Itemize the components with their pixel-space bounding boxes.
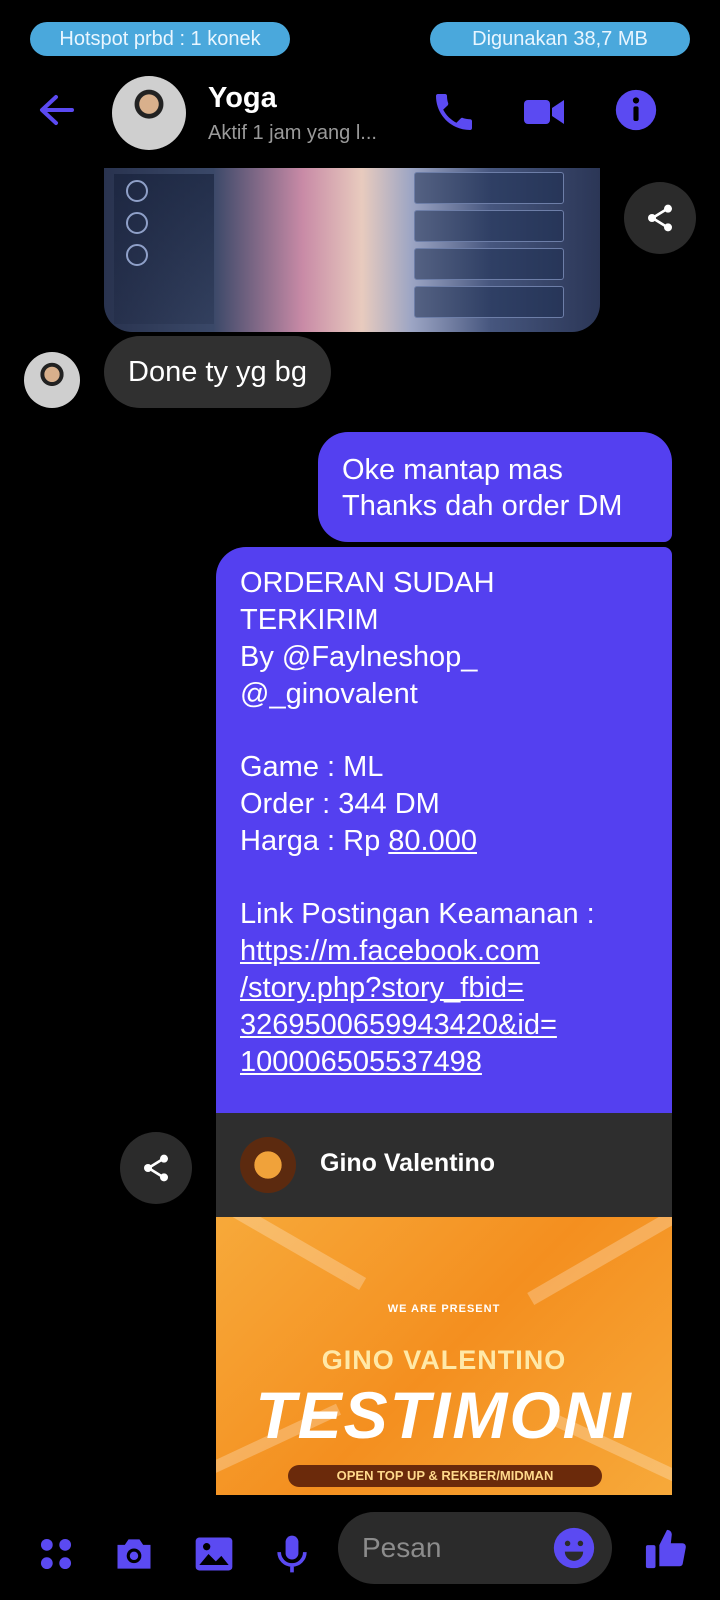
facebook-link[interactable]: 100006505537498 xyxy=(240,1044,648,1081)
message-line: Game : ML xyxy=(240,751,384,783)
link-preview-card[interactable]: Gino Valentino xyxy=(216,1113,672,1217)
message-input[interactable] xyxy=(362,1526,542,1570)
message-line: Order : 344 DM xyxy=(240,788,440,820)
share-button[interactable] xyxy=(624,182,696,254)
microphone-icon[interactable] xyxy=(270,1532,314,1576)
message-line: Oke mantap mas xyxy=(342,454,563,486)
info-icon[interactable] xyxy=(614,88,662,136)
message-input-container[interactable] xyxy=(338,1512,612,1584)
link-preview-image[interactable]: WE ARE PRESENT GINO VALENTINO TESTIMONI … xyxy=(216,1217,672,1495)
composer-bar xyxy=(0,1512,720,1600)
banner-brand: GINO VALENTINO xyxy=(321,1345,567,1375)
hotspot-status-pill: Hotspot prbd : 1 konek xyxy=(30,22,290,56)
message-line: By @Faylneshop_ xyxy=(240,641,478,673)
image-menu-icon xyxy=(126,212,148,234)
contact-avatar-small[interactable] xyxy=(24,352,80,408)
link-preview-title: Gino Valentino xyxy=(320,1149,496,1177)
price-label: Harga : Rp xyxy=(240,825,389,857)
message-line: TERKIRIM xyxy=(240,604,379,636)
image-list-row xyxy=(414,210,564,242)
sent-message[interactable]: Oke mantap mas Thanks dah order DM xyxy=(318,432,672,542)
facebook-link[interactable]: /story.php?story_fbid= xyxy=(240,970,648,1007)
message-line: @_ginovalent xyxy=(240,678,418,710)
back-arrow-icon[interactable] xyxy=(36,90,76,130)
contact-avatar[interactable] xyxy=(112,76,186,150)
camera-icon[interactable] xyxy=(112,1532,156,1576)
image-menu-icon xyxy=(126,244,148,266)
share-icon xyxy=(648,204,672,232)
menu-grid-icon[interactable] xyxy=(34,1532,78,1576)
message-line: Thanks dah order DM xyxy=(342,490,623,522)
facebook-link[interactable]: 3269500659943420&id= xyxy=(240,1007,648,1044)
share-icon xyxy=(144,1154,168,1182)
image-list-row xyxy=(414,248,564,280)
contact-name[interactable]: Yoga xyxy=(208,82,277,115)
shared-screenshot-image[interactable] xyxy=(104,168,600,332)
chat-header: Yoga Aktif 1 jam yang l... xyxy=(0,68,720,160)
image-list-row xyxy=(414,286,564,318)
price-link[interactable]: 80.000 xyxy=(388,825,477,857)
like-thumb-icon[interactable] xyxy=(644,1526,688,1570)
price-line: Harga : Rp 80.000 xyxy=(240,823,648,860)
received-message[interactable]: Done ty yg bg xyxy=(104,336,331,408)
banner-tagline: OPEN TOP UP & REKBER/MIDMAN xyxy=(288,1465,602,1487)
image-menu-icon xyxy=(126,180,148,202)
emoji-icon[interactable] xyxy=(552,1526,596,1570)
phone-call-icon[interactable] xyxy=(430,88,478,136)
banner-subtitle: WE ARE PRESENT xyxy=(387,1303,501,1315)
data-usage-pill: Digunakan 38,7 MB xyxy=(430,22,690,56)
page-logo xyxy=(240,1137,296,1193)
share-button[interactable] xyxy=(120,1132,192,1204)
sent-order-message[interactable]: ORDERAN SUDAH TERKIRIM By @Faylneshop_ @… xyxy=(216,547,672,1113)
message-line: ORDERAN SUDAH xyxy=(240,567,495,599)
message-line: Link Postingan Keamanan : xyxy=(240,898,595,930)
video-call-icon[interactable] xyxy=(520,88,568,136)
gallery-icon[interactable] xyxy=(192,1532,236,1576)
facebook-link[interactable]: https://m.facebook.com xyxy=(240,933,648,970)
image-list-row xyxy=(414,172,564,204)
banner-title: TESTIMONI xyxy=(255,1378,633,1452)
contact-active-status: Aktif 1 jam yang l... xyxy=(208,122,377,144)
